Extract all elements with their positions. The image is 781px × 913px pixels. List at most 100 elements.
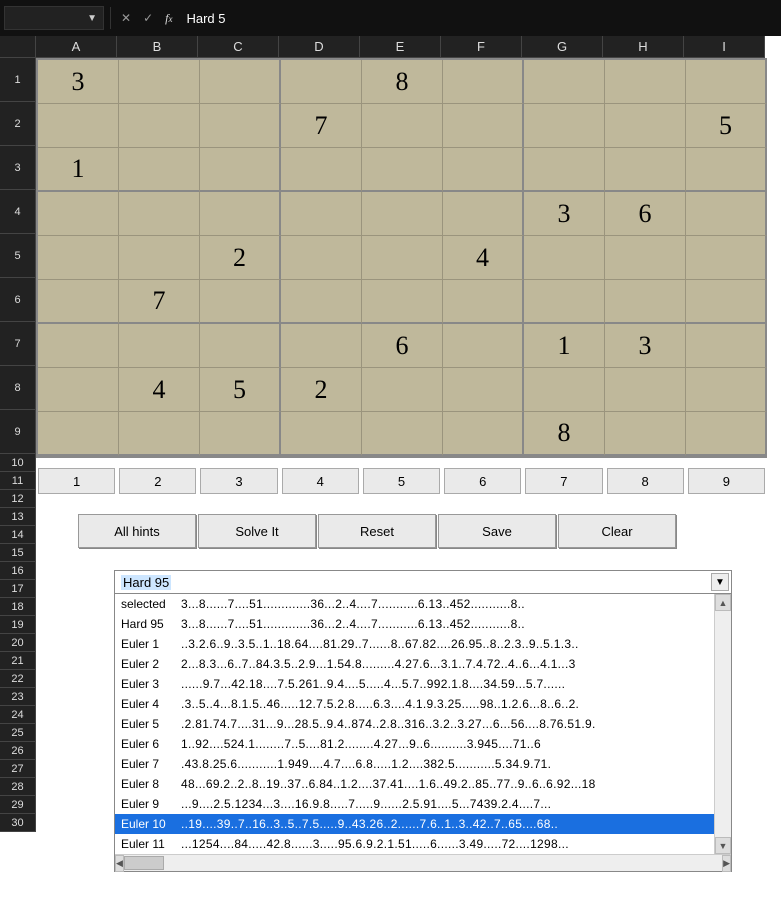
sudoku-cell[interactable] [362,236,443,280]
sudoku-cell[interactable] [200,412,281,456]
sudoku-cell[interactable]: 6 [605,192,686,236]
sudoku-cell[interactable]: 7 [281,104,362,148]
sudoku-cell[interactable] [38,104,119,148]
scroll-up-icon[interactable]: ▲ [715,594,731,611]
dropdown-item[interactable]: Euler 61..92....524.1........7..5....81.… [115,734,714,754]
sudoku-cell[interactable] [281,236,362,280]
sudoku-cell[interactable] [524,104,605,148]
sudoku-cell[interactable] [362,192,443,236]
col-header[interactable]: H [603,36,684,58]
sudoku-cell[interactable] [200,60,281,104]
sudoku-cell[interactable] [443,324,524,368]
sudoku-cell[interactable] [119,148,200,192]
sudoku-cell[interactable] [200,104,281,148]
row-header[interactable]: 8 [0,366,36,410]
dropdown-item[interactable]: Euler 11...1254....84.....42.8......3...… [115,834,714,854]
sudoku-cell[interactable] [281,280,362,324]
vertical-scrollbar[interactable]: ▲ ▼ [714,594,731,854]
sudoku-cell[interactable] [686,324,767,368]
sudoku-cell[interactable] [281,60,362,104]
sudoku-cell[interactable]: 4 [443,236,524,280]
sudoku-cell[interactable] [443,412,524,456]
sudoku-cell[interactable] [119,412,200,456]
sudoku-cell[interactable]: 5 [200,368,281,412]
sudoku-cell[interactable] [362,280,443,324]
clear-button[interactable]: Clear [558,514,676,548]
row-header[interactable]: 13 [0,508,36,526]
col-header[interactable]: E [360,36,441,58]
row-header[interactable]: 12 [0,490,36,508]
sudoku-cell[interactable] [38,412,119,456]
row-header[interactable]: 3 [0,146,36,190]
col-header[interactable]: F [441,36,522,58]
col-header[interactable]: I [684,36,765,58]
num-button-1[interactable]: 1 [38,468,115,494]
solve-button[interactable]: Solve It [198,514,316,548]
row-header[interactable]: 16 [0,562,36,580]
sudoku-cell[interactable] [362,104,443,148]
sudoku-cell[interactable] [605,60,686,104]
sudoku-cell[interactable] [119,192,200,236]
sudoku-cell[interactable] [605,368,686,412]
sudoku-cell[interactable] [38,236,119,280]
sudoku-cell[interactable]: 4 [119,368,200,412]
hscroll-thumb[interactable] [124,856,164,870]
scroll-right-icon[interactable]: ▶ [722,855,731,872]
dropdown-item[interactable]: Euler 1..3.2.6..9..3.5..1..18.64....81.2… [115,634,714,654]
row-header[interactable]: 19 [0,616,36,634]
sudoku-cell[interactable] [362,412,443,456]
row-header[interactable]: 29 [0,796,36,814]
num-button-7[interactable]: 7 [525,468,602,494]
dropdown-item[interactable]: Euler 5.2.81.74.7....31...9...28.5..9.4.… [115,714,714,734]
row-header[interactable]: 1 [0,58,36,102]
sudoku-cell[interactable]: 3 [524,192,605,236]
row-header[interactable]: 6 [0,278,36,322]
dropdown-item[interactable]: Euler 848...69.2..2..8..19..37..6.84..1.… [115,774,714,794]
sudoku-cell[interactable] [119,60,200,104]
sudoku-cell[interactable] [281,148,362,192]
sudoku-cell[interactable]: 2 [200,236,281,280]
dropdown-item[interactable]: Hard 953...8......7....51.............36… [115,614,714,634]
all-hints-button[interactable]: All hints [78,514,196,548]
scroll-down-icon[interactable]: ▼ [715,837,731,854]
row-header[interactable]: 18 [0,598,36,616]
sudoku-cell[interactable] [38,368,119,412]
sudoku-cell[interactable] [281,324,362,368]
hscroll-track[interactable] [124,855,722,871]
sudoku-cell[interactable] [686,60,767,104]
sudoku-cell[interactable]: 1 [38,148,119,192]
row-header[interactable]: 27 [0,760,36,778]
sudoku-cell[interactable] [443,192,524,236]
row-header[interactable]: 20 [0,634,36,652]
col-header[interactable]: A [36,36,117,58]
reset-button[interactable]: Reset [318,514,436,548]
row-header[interactable]: 2 [0,102,36,146]
sudoku-cell[interactable]: 1 [524,324,605,368]
row-header[interactable]: 15 [0,544,36,562]
sudoku-cell[interactable] [605,412,686,456]
col-header[interactable]: G [522,36,603,58]
dropdown-item[interactable]: Euler 22...8.3...6..7..84.3.5..2.9...1.5… [115,654,714,674]
row-header[interactable]: 22 [0,670,36,688]
row-header[interactable]: 25 [0,724,36,742]
sudoku-cell[interactable] [38,324,119,368]
sudoku-cell[interactable] [38,192,119,236]
sudoku-cell[interactable] [119,104,200,148]
sudoku-cell[interactable] [200,192,281,236]
sudoku-cell[interactable]: 8 [362,60,443,104]
formula-input[interactable] [180,7,777,29]
sudoku-cell[interactable] [443,60,524,104]
num-button-3[interactable]: 3 [200,468,277,494]
sudoku-cell[interactable] [686,148,767,192]
sudoku-cell[interactable] [524,368,605,412]
dropdown-item[interactable]: Euler 4.3..5..4...8.1.5..46.....12.7.5.2… [115,694,714,714]
sudoku-cell[interactable] [362,368,443,412]
row-header[interactable]: 21 [0,652,36,670]
sudoku-cell[interactable] [686,368,767,412]
row-header[interactable]: 28 [0,778,36,796]
sudoku-cell[interactable] [443,104,524,148]
num-button-2[interactable]: 2 [119,468,196,494]
sudoku-cell[interactable] [605,236,686,280]
row-header[interactable]: 24 [0,706,36,724]
sudoku-cell[interactable]: 3 [38,60,119,104]
